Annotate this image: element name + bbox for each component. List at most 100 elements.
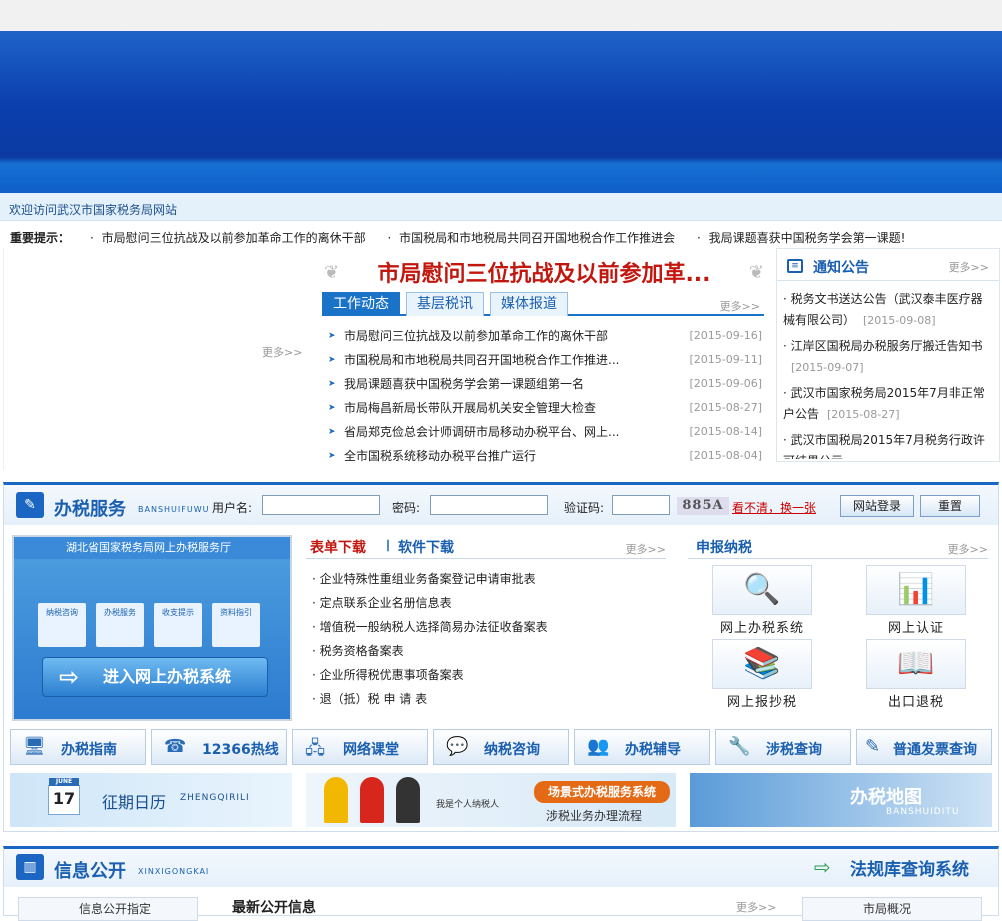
tab-software-download[interactable]: 软件下载	[398, 537, 454, 557]
slideshow-more-link[interactable]: 更多>>	[262, 344, 302, 360]
law-database-link[interactable]: 法规库查询系统	[850, 855, 969, 880]
list-item[interactable]: 市国税局和市地税局共同召开国地税合作工作推进... [2015-09-11]	[326, 348, 762, 372]
list-item[interactable]: 市局慰问三位抗战及以前参加革命工作的离休干部 [2015-09-16]	[326, 324, 762, 348]
declare-title: 申报纳税	[696, 540, 752, 556]
tab-local-news[interactable]: 基层税讯	[406, 292, 484, 316]
username-input[interactable]	[262, 495, 380, 515]
scenario-service-banner[interactable]: 我是个人纳税人 场景式办税服务系统 涉税业务办理流程	[306, 773, 676, 827]
info-more-link[interactable]: 更多>>	[736, 899, 776, 915]
list-item[interactable]: 江岸区国税局办税服务厅搬迁告知书 [2015-09-07]	[783, 336, 993, 378]
tax-calendar-banner[interactable]: JUNE 17 征期日历 ZHENGQIRILI	[10, 773, 292, 827]
downloads-list: 企业特殊性重组业务备案登记申请审批表 定点联系企业名册信息表 增值税一般纳税人选…	[306, 559, 666, 711]
login-button[interactable]: 网站登录	[840, 495, 914, 517]
news-title[interactable]: 全市国税系统移动办税平台推广运行	[344, 449, 536, 463]
quick-label: 普通发票查询	[893, 742, 977, 758]
open-book-icon: 📖	[866, 639, 966, 689]
list-item[interactable]: 省局郑克俭总会计师调研市局移动办税平台、网上... [2015-08-14]	[326, 420, 762, 444]
list-item[interactable]: 企业特殊性重组业务备案登记申请审批表	[306, 567, 666, 591]
tax-map-banner[interactable]: 办税地图 BANSHUIDITU	[690, 773, 992, 827]
news-date: [2015-09-06]	[689, 377, 762, 390]
news-title[interactable]: 省局郑克俭总会计师调研市局移动办税平台、网上...	[344, 425, 619, 439]
list-item[interactable]: 武汉市国税局2015年7月税务行政许可结果公示	[783, 430, 993, 459]
declare-header: 申报纳税 更多>>	[688, 537, 988, 559]
news-more-link[interactable]: 更多>>	[720, 298, 760, 314]
news-title[interactable]: 市局慰问三位抗战及以前参加革命工作的离休干部	[344, 329, 608, 343]
online-copy-tax-button[interactable]: 📚 网上报抄税	[712, 639, 812, 710]
password-input[interactable]	[430, 495, 548, 515]
headline-link[interactable]: 市局慰问三位抗战及以前参加革...	[324, 256, 764, 287]
wrench-icon: 🔧	[728, 736, 751, 757]
network-icon: 🖧	[305, 738, 326, 759]
downloads-more-link[interactable]: 更多>>	[626, 541, 666, 557]
portal-card: 办税服务	[96, 603, 144, 647]
list-item[interactable]: 税务资格备案表	[306, 639, 666, 663]
scenario-banner-tag: 场景式办税服务系统	[534, 781, 670, 803]
notice-item-title[interactable]: 武汉市国税局2015年7月税务行政许可结果公示	[783, 433, 985, 459]
bureau-overview-link[interactable]: 市局概况	[802, 897, 982, 921]
notice-ticker: 重要提示： 市局慰问三位抗战及以前参加革命工作的离休干部 市国税局和市地税局共同…	[0, 222, 1002, 248]
truck-arrow-icon: ⇨	[814, 855, 831, 879]
list-item[interactable]: 武汉市国家税务局2015年7月非正常户公告[2015-08-27]	[783, 383, 993, 425]
quick-label: 办税辅导	[625, 742, 681, 758]
people-icon: 👥	[587, 736, 610, 757]
hotline-12366-button[interactable]: ☎ 12366热线	[151, 729, 287, 765]
map-banner-subtitle: BANSHUIDITU	[886, 807, 960, 817]
ticker-link[interactable]: 市国税局和市地税局共同召开国地税合作工作推进会	[387, 231, 675, 245]
declare-more-link[interactable]: 更多>>	[948, 541, 988, 557]
reset-button[interactable]: 重置	[920, 495, 980, 517]
list-item[interactable]: 定点联系企业名册信息表	[306, 591, 666, 615]
list-item[interactable]: 税务文书送达公告（武汉泰丰医疗器械有限公司）[2015-09-08]	[783, 289, 993, 331]
info-guide-link[interactable]: 信息公开指定	[18, 897, 198, 921]
top-strip	[0, 0, 1002, 31]
cartoon-figure	[324, 777, 348, 823]
online-class-button[interactable]: 🖧 网络课堂	[292, 729, 428, 765]
portal-card-label: 收支提示	[162, 608, 194, 617]
username-label: 用户名:	[212, 501, 253, 515]
quick-label: 纳税咨询	[484, 742, 540, 758]
notice-list: 税务文书送达公告（武汉泰丰医疗器械有限公司）[2015-09-08] 江岸区国税…	[777, 281, 999, 459]
news-date: [2015-08-27]	[689, 401, 762, 414]
quick-label: 办税指南	[61, 742, 117, 758]
export-refund-button[interactable]: 📖 出口退税	[866, 639, 966, 710]
captcha-input[interactable]	[612, 495, 670, 515]
list-item[interactable]: 全市国税系统移动办税平台推广运行 [2015-08-04]	[326, 444, 762, 468]
edit-icon: ✎	[16, 492, 44, 518]
notice-item-date: [2015-08-27]	[827, 408, 900, 421]
news-title[interactable]: 市国税局和市地税局共同召开国地税合作工作推进...	[344, 353, 619, 367]
tax-guide-button[interactable]: 🖥 办税指南	[10, 729, 146, 765]
ticker-link[interactable]: 我局课题喜获中国税务学会第一课题!	[697, 231, 905, 245]
tax-consult-button[interactable]: 💬 纳税咨询	[433, 729, 569, 765]
list-item[interactable]: 退（抵）税 申 请 表	[306, 687, 666, 711]
tab-form-download[interactable]: 表单下载	[310, 537, 366, 557]
welcome-text: 欢迎访问武汉市国家税务局网站	[9, 203, 178, 217]
info-header: ▥ 信息公开 XINXIGONGKAI ⇨ 法规库查询系统	[4, 849, 998, 887]
online-tax-portal[interactable]: 湖北省国家税务局网上办税服务厅 纳税咨询 办税服务 收支提示 资料指引 进入网上…	[12, 535, 292, 721]
invoice-query-button[interactable]: ✎ 普通发票查询	[856, 729, 992, 765]
tax-tutoring-button[interactable]: 👥 办税辅导	[574, 729, 710, 765]
tab-work-news[interactable]: 工作动态	[322, 292, 400, 316]
tax-query-button[interactable]: 🔧 涉税查询	[715, 729, 851, 765]
tab-media-reports[interactable]: 媒体报道	[490, 292, 568, 316]
notice-icon: ≡	[787, 259, 803, 273]
news-title[interactable]: 我局课题喜获中国税务学会第一课题组第一名	[344, 377, 584, 391]
notice-item-title[interactable]: 江岸区国税局办税服务厅搬迁告知书	[791, 339, 983, 353]
portal-card: 纳税咨询	[38, 603, 86, 647]
list-item[interactable]: 我局课题喜获中国税务学会第一课题组第一名 [2015-09-06]	[326, 372, 762, 396]
online-tax-system-button[interactable]: 🔍 网上办税系统	[712, 565, 812, 636]
list-item[interactable]: 企业所得税优惠事项备案表	[306, 663, 666, 687]
chat-bubble-icon: 💬	[446, 736, 469, 757]
notice-item-date: [2015-09-07]	[791, 361, 864, 374]
news-title[interactable]: 市局梅昌新局长带队开展局机关安全管理大检查	[344, 401, 596, 415]
news-date: [2015-08-04]	[689, 449, 762, 462]
notice-more-link[interactable]: 更多>>	[949, 259, 989, 275]
list-item[interactable]: 增值税一般纳税人选择简易办法征收备案表	[306, 615, 666, 639]
quick-label: 12366热线	[202, 742, 279, 758]
online-certification-button[interactable]: 📊 网上认证	[866, 565, 966, 636]
list-item[interactable]: 市局梅昌新局长带队开展局机关安全管理大检查 [2015-08-27]	[326, 396, 762, 420]
calendar-banner-title: 征期日历	[102, 793, 167, 812]
ticker-link[interactable]: 市局慰问三位抗战及以前参加革命工作的离休干部	[90, 231, 366, 245]
enter-tax-system-button[interactable]: 进入网上办税系统	[42, 657, 268, 697]
captcha-refresh-link[interactable]: 看不清，换一张	[732, 499, 816, 516]
portal-card: 收支提示	[154, 603, 202, 647]
site-banner	[0, 31, 1002, 193]
